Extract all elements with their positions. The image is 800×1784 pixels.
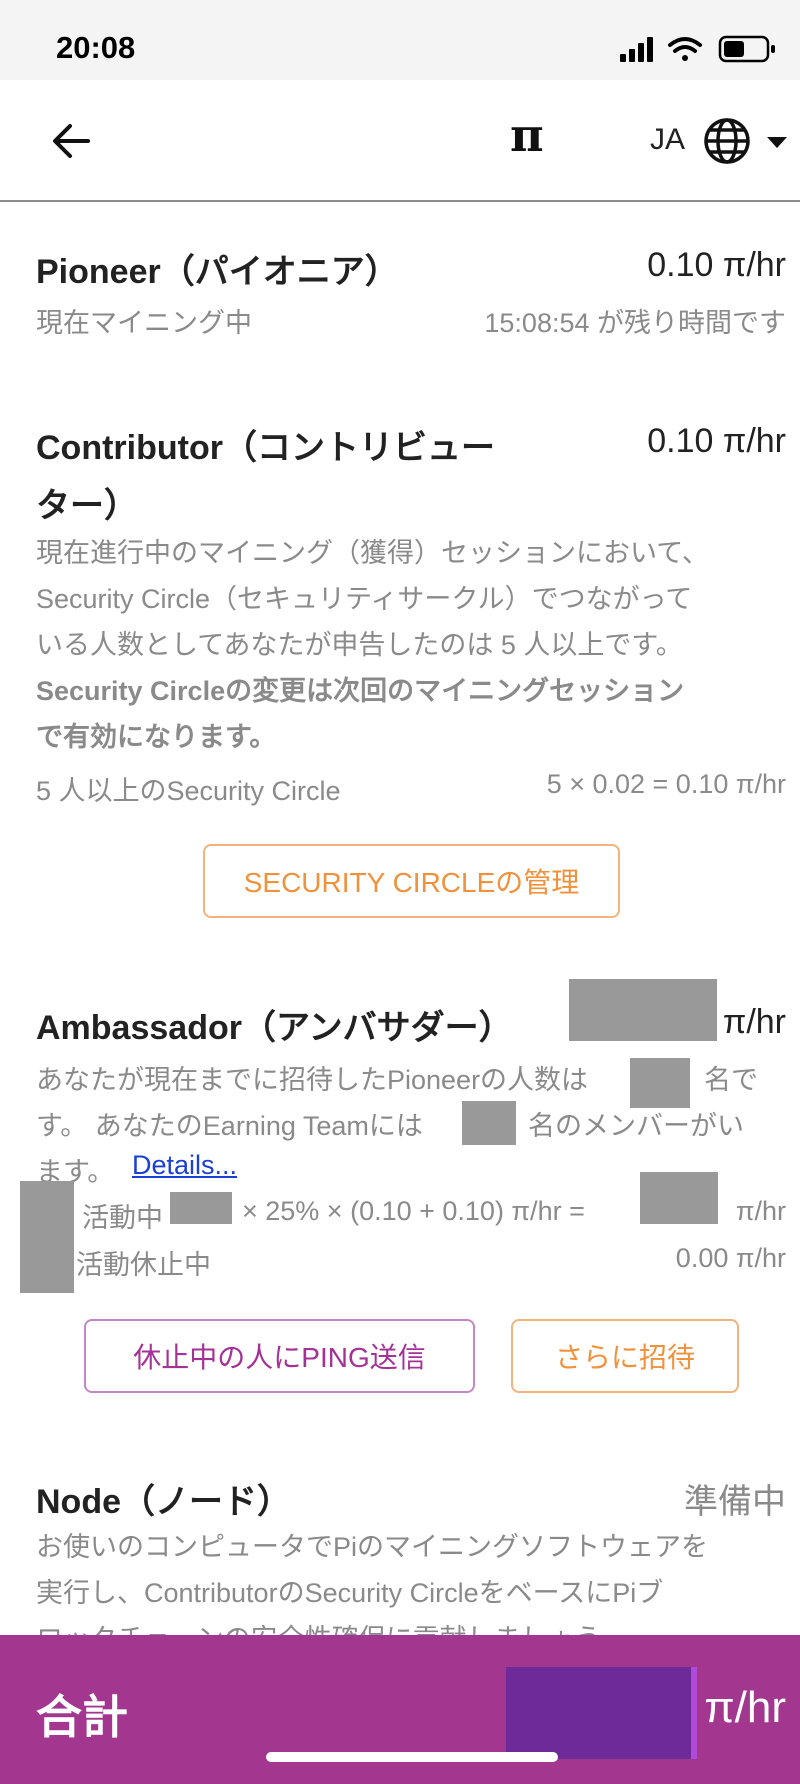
- active-unit: π/hr: [735, 1196, 786, 1226]
- redacted-block: [462, 1101, 516, 1145]
- ping-inactive-button[interactable]: 休止中の人にPING送信: [84, 1319, 475, 1393]
- contributor-desc-line2: Security Circle（セキュリティサークル）でつながって: [36, 584, 693, 614]
- contributor-note-line1: Security Circleの変更は次回のマイニングセッション: [36, 676, 685, 706]
- inactive-value: 0.00 π/hr: [675, 1243, 786, 1273]
- ambassador-title: Ambassador（アンバサダー）: [36, 1009, 513, 1047]
- contributor-rate: 0.10 π/hr: [647, 422, 786, 460]
- redacted-block: [20, 1181, 74, 1293]
- redacted-block: [569, 979, 717, 1041]
- contributor-title-line2: ター）: [36, 487, 138, 525]
- invite-more-button[interactable]: さらに招待: [511, 1319, 739, 1393]
- contributor-desc-line3: いる人数としてあなたが申告したのは 5 人以上です。: [36, 630, 683, 660]
- manage-security-circle-button[interactable]: SECURITY CIRCLEの管理: [203, 844, 620, 918]
- contributor-note-line2: で有効になります。: [36, 722, 277, 752]
- status-time: 20:08: [56, 30, 136, 65]
- details-link[interactable]: Details...: [132, 1150, 237, 1181]
- ambassador-line1-a: あなたが現在までに招待したPioneerの人数は: [36, 1065, 589, 1095]
- inactive-label: 活動休止中: [76, 1250, 211, 1280]
- redacted-block: [640, 1172, 718, 1224]
- security-circle-calc: 5 × 0.02 = 0.10 π/hr: [546, 769, 786, 799]
- home-indicator[interactable]: [266, 1752, 558, 1762]
- contributor-title-line1: Contributor（コントリビュー: [36, 429, 495, 467]
- dropdown-caret-icon[interactable]: [766, 136, 788, 150]
- redacted-block: [630, 1058, 690, 1108]
- node-desc-line2: 実行し、ContributorのSecurity CircleをベースにPiブ: [36, 1578, 664, 1608]
- ambassador-rate-unit: π/hr: [722, 1003, 786, 1041]
- status-bar: 20:08: [0, 0, 800, 80]
- node-status: 準備中: [684, 1483, 786, 1521]
- globe-icon[interactable]: [702, 116, 752, 166]
- battery-icon: [718, 35, 775, 63]
- ambassador-line2-a: す。 あなたのEarning Teamには: [36, 1111, 423, 1141]
- active-formula: × 25% × (0.10 + 0.10) π/hr =: [242, 1196, 585, 1226]
- redacted-block: [170, 1192, 232, 1224]
- pioneer-title: Pioneer（パイオニア）: [36, 253, 399, 291]
- ambassador-line2-b: 名のメンバーがい: [528, 1111, 744, 1141]
- pioneer-rate: 0.10 π/hr: [647, 246, 786, 284]
- signal-icon: [620, 37, 653, 62]
- redacted-total: [506, 1667, 697, 1759]
- security-circle-label: 5 人以上のSecurity Circle: [36, 776, 341, 806]
- ambassador-line1-b: 名で: [704, 1065, 758, 1095]
- contributor-description: 現在進行中のマイニング（獲得）セッションにおいて、 Security Circl…: [36, 530, 766, 760]
- active-label: 活動中: [82, 1203, 163, 1233]
- language-code[interactable]: JA: [650, 123, 685, 157]
- back-arrow-icon[interactable]: [46, 116, 96, 166]
- pioneer-status: 現在マイニング中: [36, 308, 252, 338]
- node-title: Node（ノード）: [36, 1483, 291, 1521]
- wifi-icon: [668, 37, 702, 61]
- status-icons: [620, 35, 775, 63]
- pi-logo: π: [510, 108, 544, 162]
- app-bar: π JA: [0, 80, 800, 202]
- node-desc-line1: お使いのコンピュータでPiのマイニングソフトウェアを: [36, 1532, 709, 1562]
- contributor-desc-line1: 現在進行中のマイニング（獲得）セッションにおいて、: [36, 538, 709, 568]
- total-unit: π/hr: [704, 1683, 786, 1732]
- total-label: 合計: [36, 1691, 128, 1743]
- pioneer-remaining-time: 15:08:54 が残り時間です: [484, 308, 786, 338]
